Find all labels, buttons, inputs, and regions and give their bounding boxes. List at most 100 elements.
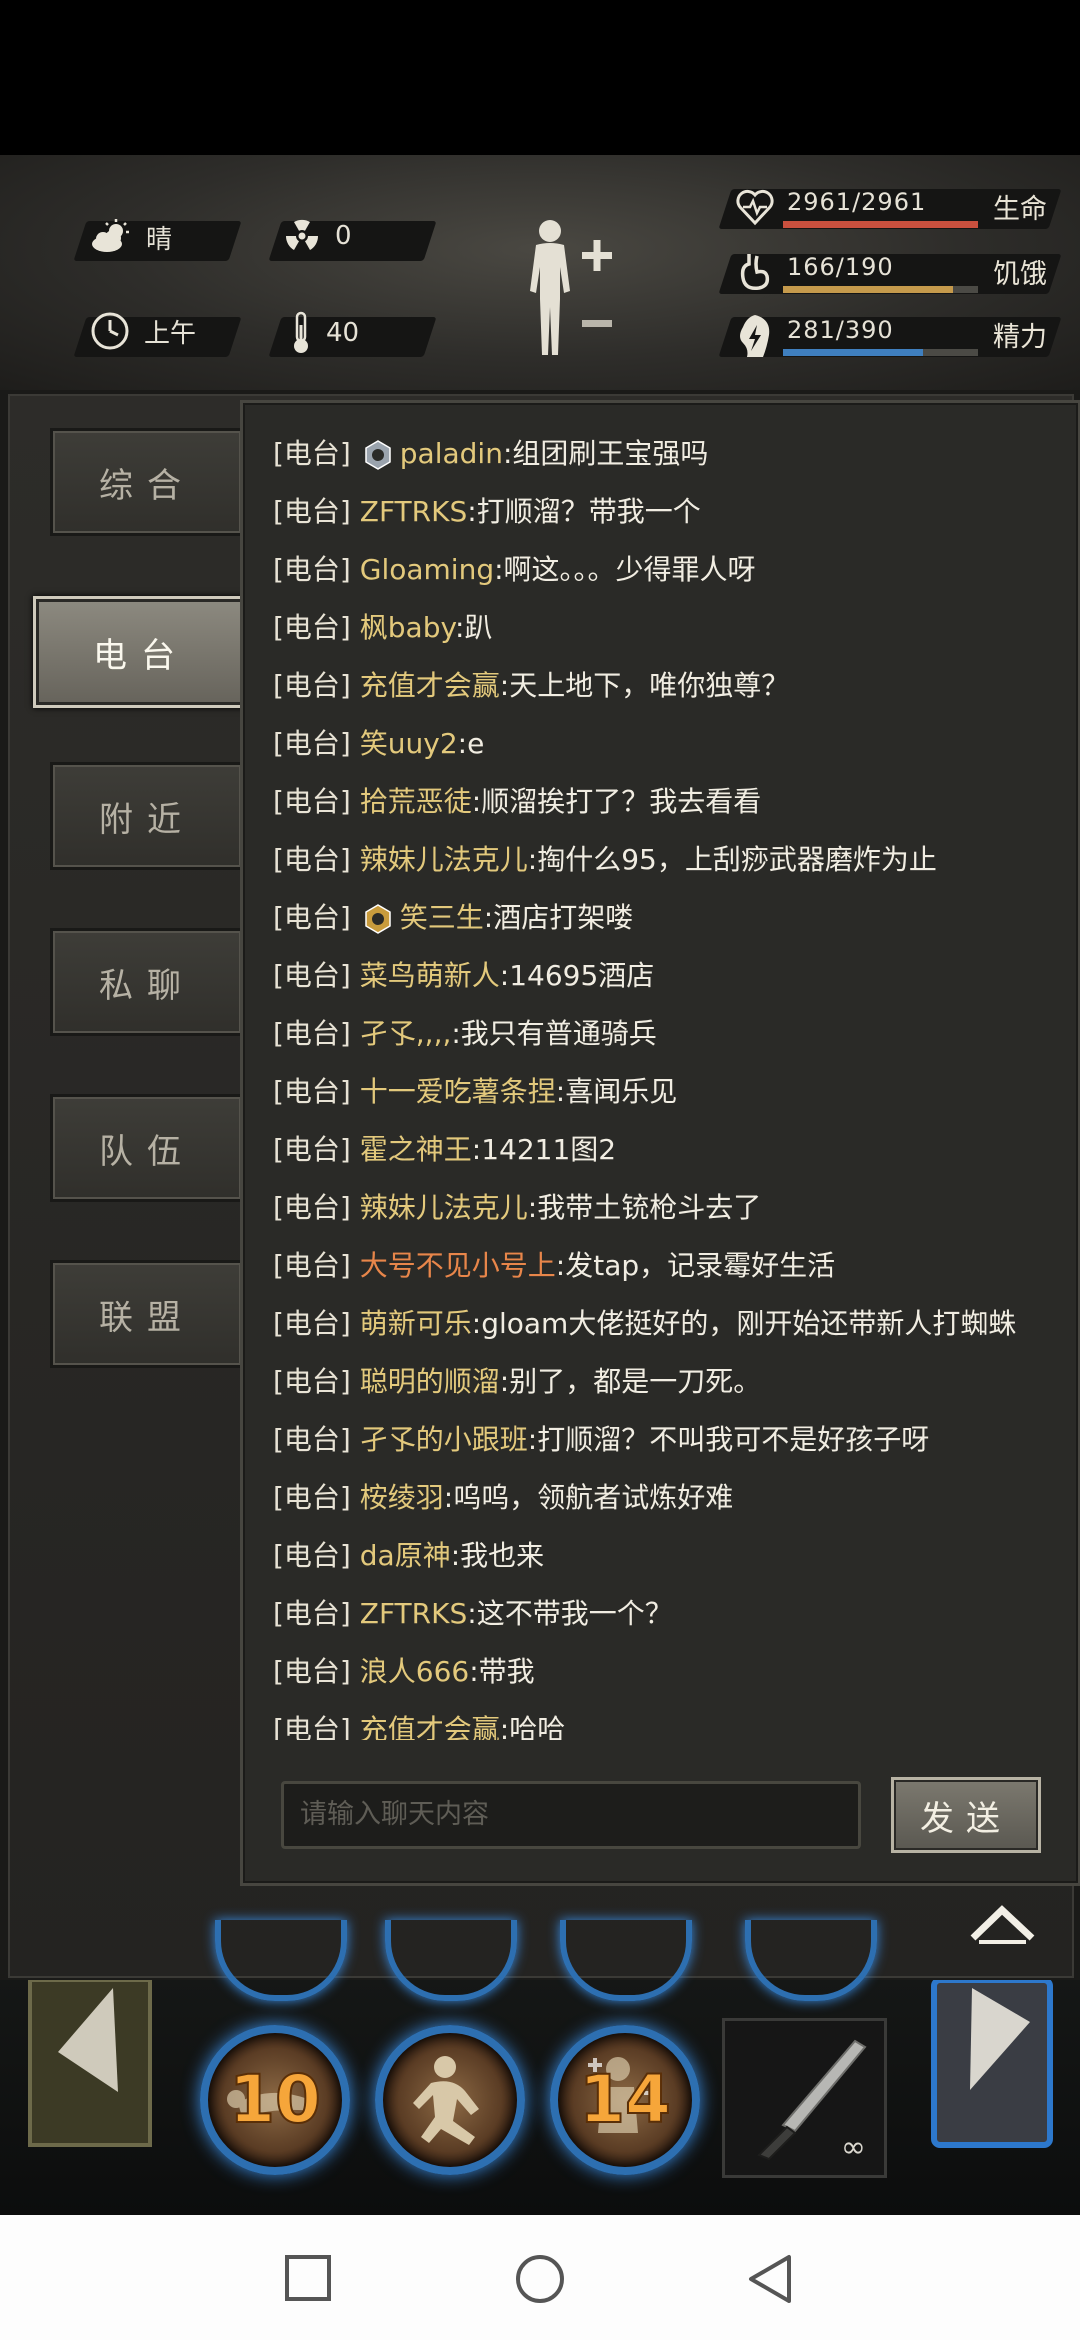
clock-icon — [90, 311, 130, 351]
channel-tag: [电台] — [273, 959, 351, 992]
message-text: :打顺溜？带我一个 — [467, 495, 701, 528]
chat-message: [电台] 聪明的顺溜:别了，都是一刀死。 — [273, 1353, 1053, 1411]
message-text: :别了，都是一刀死。 — [499, 1365, 762, 1398]
message-sender[interactable]: 孑孓的小跟班 — [360, 1423, 528, 1456]
message-sender[interactable]: 聪明的顺溜 — [360, 1365, 500, 1398]
message-sender[interactable]: 大号不见小号上 — [360, 1249, 556, 1282]
collapse-chevron-icon[interactable] — [965, 1900, 1040, 1945]
temperature-value: 40 — [326, 318, 360, 348]
message-sender[interactable]: Gloaming — [360, 553, 494, 586]
message-sender[interactable]: ZFTRKS — [360, 495, 468, 528]
message-text: :啊这。。。少得罪人呀 — [494, 553, 756, 586]
channel-tag: [电台] — [273, 1017, 351, 1050]
message-sender[interactable]: 十一爱吃薯条捏 — [360, 1075, 556, 1108]
tab-private[interactable]: 私聊 — [50, 928, 244, 1036]
time-of-day-value: 上午 — [144, 318, 197, 349]
chat-message: [电台] 枫baby:趴 — [273, 599, 1053, 657]
energy-icon — [735, 313, 775, 361]
stomach-icon — [735, 250, 775, 298]
message-sender[interactable]: 菜鸟萌新人 — [360, 959, 500, 992]
channel-tag: [电台] — [273, 1539, 351, 1572]
message-sender[interactable]: 霍之神王 — [360, 1133, 472, 1166]
tab-general[interactable]: 综合 — [50, 428, 244, 536]
tab-team[interactable]: 队伍 — [50, 1094, 244, 1202]
next-arrow-button[interactable] — [930, 1980, 1055, 2150]
channel-tag: [电台] — [273, 1423, 351, 1456]
message-sender[interactable]: 辣妹儿法克儿 — [360, 1191, 528, 1224]
chat-message-list[interactable]: [电台] paladin:组团刷王宝强吗 [电台] ZFTRKS:打顺溜？带我一个… — [273, 425, 1053, 1740]
tab-nearby[interactable]: 附近 — [50, 762, 244, 870]
chat-input[interactable]: 请输入聊天内容 — [281, 1781, 861, 1849]
chat-message: [电台] ZFTRKS:这不带我一个？ — [273, 1585, 1053, 1643]
body-status-button[interactable] — [520, 215, 620, 365]
channel-tag: [电台] — [273, 843, 351, 876]
channel-tag: [电台] — [273, 785, 351, 818]
message-text: :这不带我一个？ — [467, 1597, 673, 1630]
message-sender[interactable]: 笑三生 — [400, 901, 484, 934]
skill-button-rest[interactable]: 10 — [200, 2025, 350, 2175]
weather-value: 晴 — [146, 224, 173, 255]
skill-button-heal[interactable]: 14 — [550, 2025, 700, 2175]
message-text: :我也来 — [450, 1539, 545, 1572]
tab-radio[interactable]: 电台 — [33, 596, 249, 708]
chat-message: [电台] 充值才会赢:哈哈 — [273, 1701, 1053, 1740]
message-text: :我只有普通骑兵 — [451, 1017, 657, 1050]
message-text: :组团刷王宝强吗 — [502, 437, 709, 470]
chat-message: [电台] 孑孓的小跟班:打顺溜？不叫我可不是好孩子呀 — [273, 1411, 1053, 1469]
chat-message: [电台] 孑孓,,,,:我只有普通骑兵 — [273, 1005, 1053, 1063]
energy-value: 281/390 — [787, 316, 894, 344]
back-icon[interactable] — [745, 2253, 795, 2305]
prev-arrow-button[interactable] — [28, 1980, 153, 2150]
send-button[interactable]: 发送 — [891, 1777, 1041, 1853]
message-sender[interactable]: 浪人666 — [360, 1655, 469, 1688]
chat-message: [电台] 十一爱吃薯条捏:喜闻乐见 — [273, 1063, 1053, 1121]
message-text: :趴 — [455, 611, 493, 644]
channel-tag: [电台] — [273, 1713, 351, 1740]
channel-tag: [电台] — [273, 1481, 351, 1514]
message-text: :我带土铳枪斗去了 — [527, 1191, 762, 1224]
health-label: 生命 — [993, 194, 1047, 225]
message-sender[interactable]: 枫baby — [360, 611, 455, 644]
chat-message: [电台] da原神:我也来 — [273, 1527, 1053, 1585]
message-sender[interactable]: 桉绫羽 — [360, 1481, 444, 1514]
hunger-value: 166/190 — [787, 253, 894, 281]
recent-apps-icon[interactable] — [283, 2253, 333, 2303]
health-bar — [783, 221, 978, 228]
skill-button-dodge[interactable] — [375, 2025, 525, 2175]
cloud-sun-icon — [90, 217, 132, 257]
message-sender[interactable]: 充值才会赢 — [360, 1713, 500, 1740]
message-sender[interactable]: 萌新可乐 — [360, 1307, 472, 1340]
energy-label: 精力 — [993, 322, 1047, 353]
message-text: :顺溜挨打了？我去看看 — [471, 785, 762, 818]
chat-message: [电台] 桉绫羽:呜呜，领航者试炼好难 — [273, 1469, 1053, 1527]
chat-message: [电台] 拾荒恶徒:顺溜挨打了？我去看看 — [273, 773, 1053, 831]
vip-badge-icon — [365, 904, 391, 934]
tab-alliance[interactable]: 联盟 — [50, 1260, 244, 1368]
energy-bar — [783, 349, 978, 356]
message-text: :呜呜，领航者试炼好难 — [443, 1481, 734, 1514]
skill-rest-count: 10 — [228, 2060, 322, 2139]
message-sender[interactable]: 拾荒恶徒 — [360, 785, 472, 818]
health-value: 2961/2961 — [787, 188, 927, 216]
message-sender[interactable]: da原神 — [360, 1539, 451, 1572]
chat-message: [电台] 菜鸟萌新人:14695酒店 — [273, 947, 1053, 1005]
message-sender[interactable]: 充值才会赢 — [360, 669, 500, 702]
skill-heal-count: 14 — [578, 2060, 672, 2139]
chat-message: [电台] 充值才会赢:天上地下，唯你独尊？ — [273, 657, 1053, 715]
message-sender[interactable]: 辣妹儿法克儿 — [360, 843, 528, 876]
chat-message: [电台] 笑uuy2:e — [273, 715, 1053, 773]
channel-tag: [电台] — [273, 901, 351, 934]
chat-panel: [电台] paladin:组团刷王宝强吗 [电台] ZFTRKS:打顺溜？带我一个… — [240, 400, 1080, 1886]
system-navigation-bar — [0, 2215, 1080, 2340]
message-sender[interactable]: paladin — [400, 437, 503, 470]
chat-message: [电台] 辣妹儿法克儿:掏什么95，上刮痧武器磨炸为止 — [273, 831, 1053, 889]
weapon-slot[interactable]: ∞ — [722, 2018, 887, 2178]
chat-input-placeholder: 请输入聊天内容 — [300, 1799, 489, 1830]
message-sender[interactable]: 孑孓,,,, — [360, 1017, 452, 1050]
message-sender[interactable]: ZFTRKS — [360, 1597, 468, 1630]
chat-message: [电台] 浪人666:带我 — [273, 1643, 1053, 1701]
channel-tag: [电台] — [273, 1075, 351, 1108]
home-icon[interactable] — [514, 2253, 566, 2305]
vip-badge-icon — [365, 440, 391, 470]
message-sender[interactable]: 笑uuy2 — [360, 727, 458, 760]
